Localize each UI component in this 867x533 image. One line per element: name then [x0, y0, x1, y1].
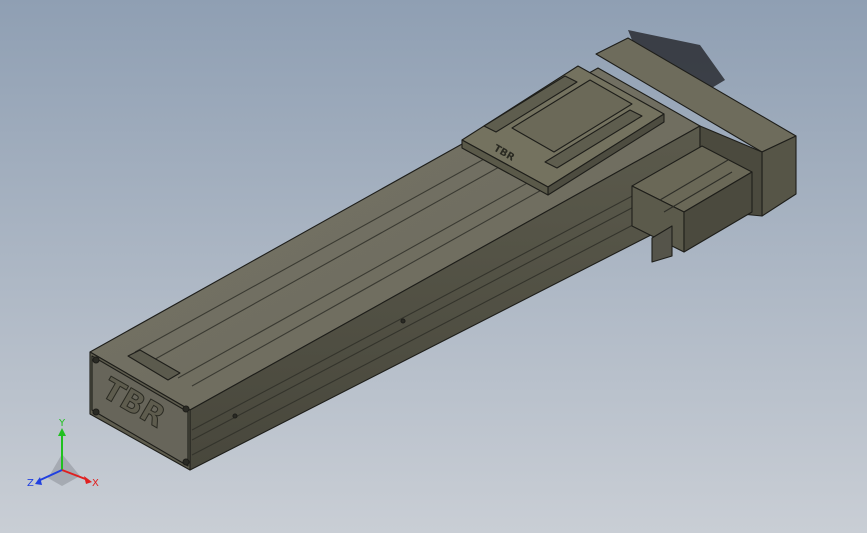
screw-hole	[92, 356, 100, 364]
screw-hole	[182, 458, 190, 466]
screw-hole	[232, 413, 238, 419]
screw-hole	[92, 408, 100, 416]
triad-y-label: Y	[58, 418, 66, 429]
screw-hole	[400, 318, 406, 324]
screw-hole	[182, 405, 190, 413]
triad-z-label: Z	[27, 478, 34, 489]
cad-scene[interactable]: TBR TBR Y X Z	[0, 0, 867, 533]
graphics-viewport[interactable]: TBR TBR Y X Z	[0, 0, 867, 533]
triad-x-label: X	[92, 478, 99, 489]
